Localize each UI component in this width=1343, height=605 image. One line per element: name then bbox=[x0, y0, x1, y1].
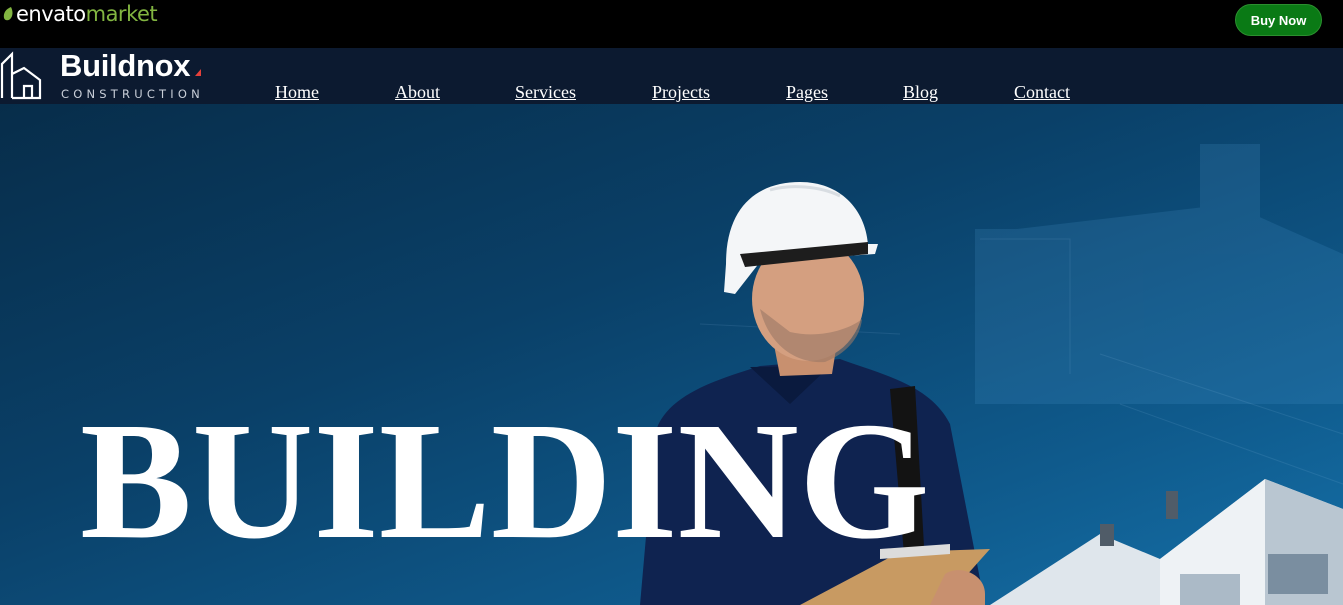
nav-link-contact[interactable]: Contact bbox=[1014, 81, 1070, 103]
nav-link-services[interactable]: Services bbox=[515, 81, 576, 103]
nav-link-projects[interactable]: Projects bbox=[652, 81, 710, 103]
envato-wordmark: envatomarket bbox=[16, 2, 158, 26]
envato-logo[interactable]: envatomarket bbox=[2, 2, 158, 26]
nav-link-home[interactable]: Home bbox=[275, 81, 319, 103]
brand-tagline: CONSTRUCTION bbox=[61, 87, 204, 101]
building-logo-icon bbox=[0, 51, 42, 100]
brand-name: Buildnox bbox=[60, 48, 191, 83]
brand-logo[interactable]: Buildnox CONSTRUCTION bbox=[0, 48, 210, 104]
brand-accent-mark bbox=[195, 69, 201, 76]
nav-link-pages[interactable]: Pages bbox=[786, 81, 828, 103]
hero-section: BUILDING bbox=[0, 104, 1343, 605]
envato-wordmark-part-1: envato bbox=[16, 2, 86, 26]
nav-link-about[interactable]: About bbox=[395, 81, 440, 103]
buy-now-button[interactable]: Buy Now bbox=[1235, 4, 1322, 36]
envato-leaf-icon bbox=[3, 7, 13, 21]
envato-top-bar: envatomarket Buy Now bbox=[0, 0, 1343, 48]
site-header: Buildnox CONSTRUCTION Home About Service… bbox=[0, 48, 1343, 104]
hero-title: BUILDING bbox=[80, 388, 930, 574]
nav-link-blog[interactable]: Blog bbox=[903, 81, 938, 103]
envato-wordmark-part-2: market bbox=[85, 2, 158, 26]
